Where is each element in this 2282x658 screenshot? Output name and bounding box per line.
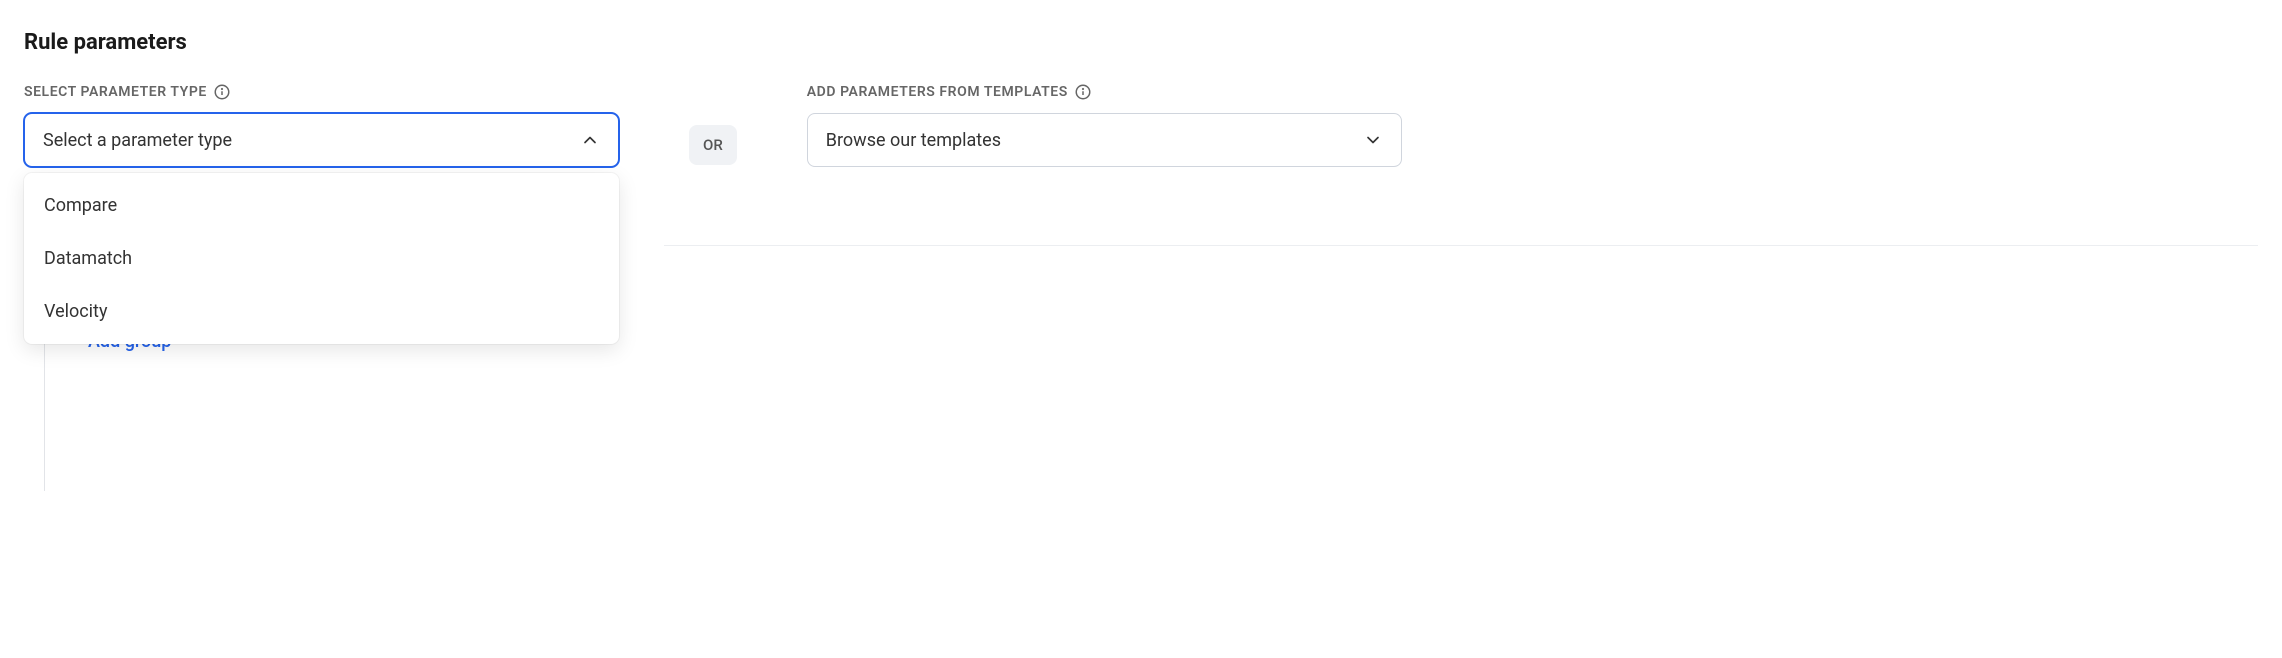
templates-label: ADD PARAMETERS FROM TEMPLATES [807,83,1402,101]
parameter-type-label: SELECT PARAMETER TYPE [24,83,619,101]
templates-label-text: ADD PARAMETERS FROM TEMPLATES [807,84,1068,100]
chevron-up-icon [580,130,600,150]
dropdown-option-compare[interactable]: Compare [24,179,619,232]
section-title: Rule parameters [24,30,1624,55]
parameter-type-select-value: Select a parameter type [43,130,232,151]
or-separator: OR [689,125,737,165]
dropdown-option-datamatch[interactable]: Datamatch [24,232,619,285]
templates-select-value: Browse our templates [826,130,1001,151]
info-icon[interactable] [1074,83,1092,101]
dropdown-option-velocity[interactable]: Velocity [24,285,619,338]
chevron-down-icon [1363,130,1383,150]
info-icon[interactable] [213,83,231,101]
horizontal-divider [664,245,2258,246]
parameter-type-label-text: SELECT PARAMETER TYPE [24,84,207,100]
parameter-type-dropdown: Compare Datamatch Velocity [24,173,619,344]
parameter-type-select[interactable]: Select a parameter type [24,113,619,167]
templates-select[interactable]: Browse our templates [807,113,1402,167]
